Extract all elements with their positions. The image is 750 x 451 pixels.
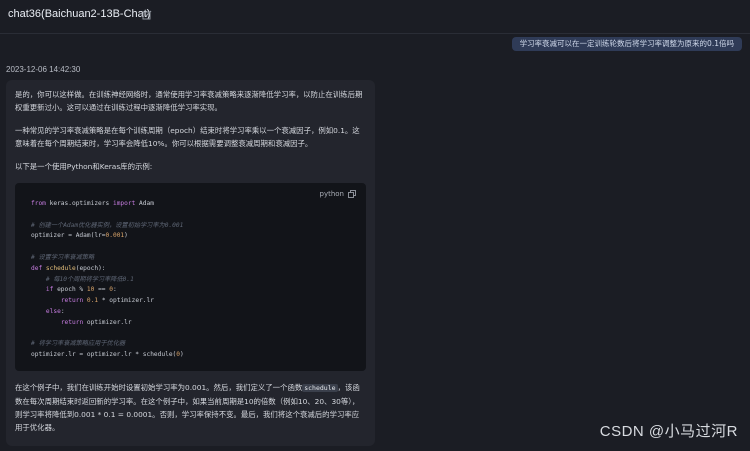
code-token: == — [94, 286, 110, 294]
code-token: (epoch): — [75, 264, 106, 272]
reply-paragraph-2: 一种常见的学习率衰减策略是在每个训练周期（epoch）结束时将学习率乘以一个衰减… — [15, 126, 360, 148]
watermark: CSDN @小马过河R — [599, 423, 738, 440]
code-block: python from keras.optimizers import Adam… — [15, 183, 366, 371]
code-token: keras.optimizers — [45, 200, 113, 207]
code-token: else — [45, 307, 61, 315]
code-token: def — [31, 264, 43, 272]
code-comment: # 每10个周期将学习率降低0.1 — [31, 275, 134, 283]
assistant-reply: 是的，你可以这样做。在训练神经网络时，通常使用学习率衰减策略来逐渐降低学习率，以… — [6, 80, 375, 446]
code-token: * optimizer.lr — [98, 297, 154, 305]
code-comment: # 设置学习率衰减策略 — [31, 253, 95, 261]
code-number: 0.1 — [86, 297, 99, 305]
code-header: python — [320, 188, 357, 201]
code-token: : — [112, 286, 117, 294]
code-token: return — [60, 297, 84, 305]
code-token: Adam — [135, 200, 154, 207]
code-token: from — [31, 200, 46, 207]
code-token: ) — [180, 351, 184, 359]
reply-paragraph-4-text-a: 在这个例子中，我们在训练开始时设置初始学习率为0.001。然后，我们定义了一个函… — [15, 383, 303, 392]
code-token: return — [60, 318, 84, 326]
edit-icon[interactable] — [142, 10, 152, 20]
code-token: optimizer.lr — [83, 318, 132, 326]
code-token: : — [60, 307, 65, 315]
code-token: epoch % — [53, 286, 87, 294]
reply-paragraph-1: 是的，你可以这样做。在训练神经网络时，通常使用学习率衰减策略来逐渐降低学习率，以… — [15, 90, 363, 112]
inline-code: schedule — [302, 384, 338, 392]
code-token: optimizer.lr = optimizer.lr * schedule( — [31, 351, 177, 359]
chat-title: chat36(Baichuan2-13B-Chat) — [8, 8, 151, 20]
code-token: import — [112, 200, 136, 207]
code-token: ) — [124, 232, 128, 240]
code-content: from keras.optimizers import Adam # 创建一个… — [31, 199, 184, 361]
reply-paragraph-4: 在这个例子中，我们在训练开始时设置初始学习率为0.001。然后，我们定义了一个函… — [15, 381, 366, 434]
code-comment: # 创建一个Adam优化器实例，设置初始学习率为0.001 — [31, 221, 184, 229]
user-message-bubble: 学习率衰减可以在一定训练轮数后将学习率调整为原来的0.1倍吗 — [511, 37, 742, 51]
code-language-label: python — [319, 190, 345, 198]
code-comment: # 将学习率衰减策略应用于优化器 — [31, 340, 126, 348]
chat-header: chat36(Baichuan2-13B-Chat) — [0, 0, 750, 34]
code-token: optimizer = Adam(lr= — [31, 232, 106, 240]
copy-icon[interactable] — [348, 190, 356, 198]
code-number: 0.001 — [105, 232, 125, 240]
code-function: schedule — [42, 264, 76, 272]
reply-paragraph-3: 以下是一个使用Python和Keras库的示例: — [15, 162, 153, 171]
message-timestamp: 2023-12-06 14:42:30 — [6, 65, 81, 74]
